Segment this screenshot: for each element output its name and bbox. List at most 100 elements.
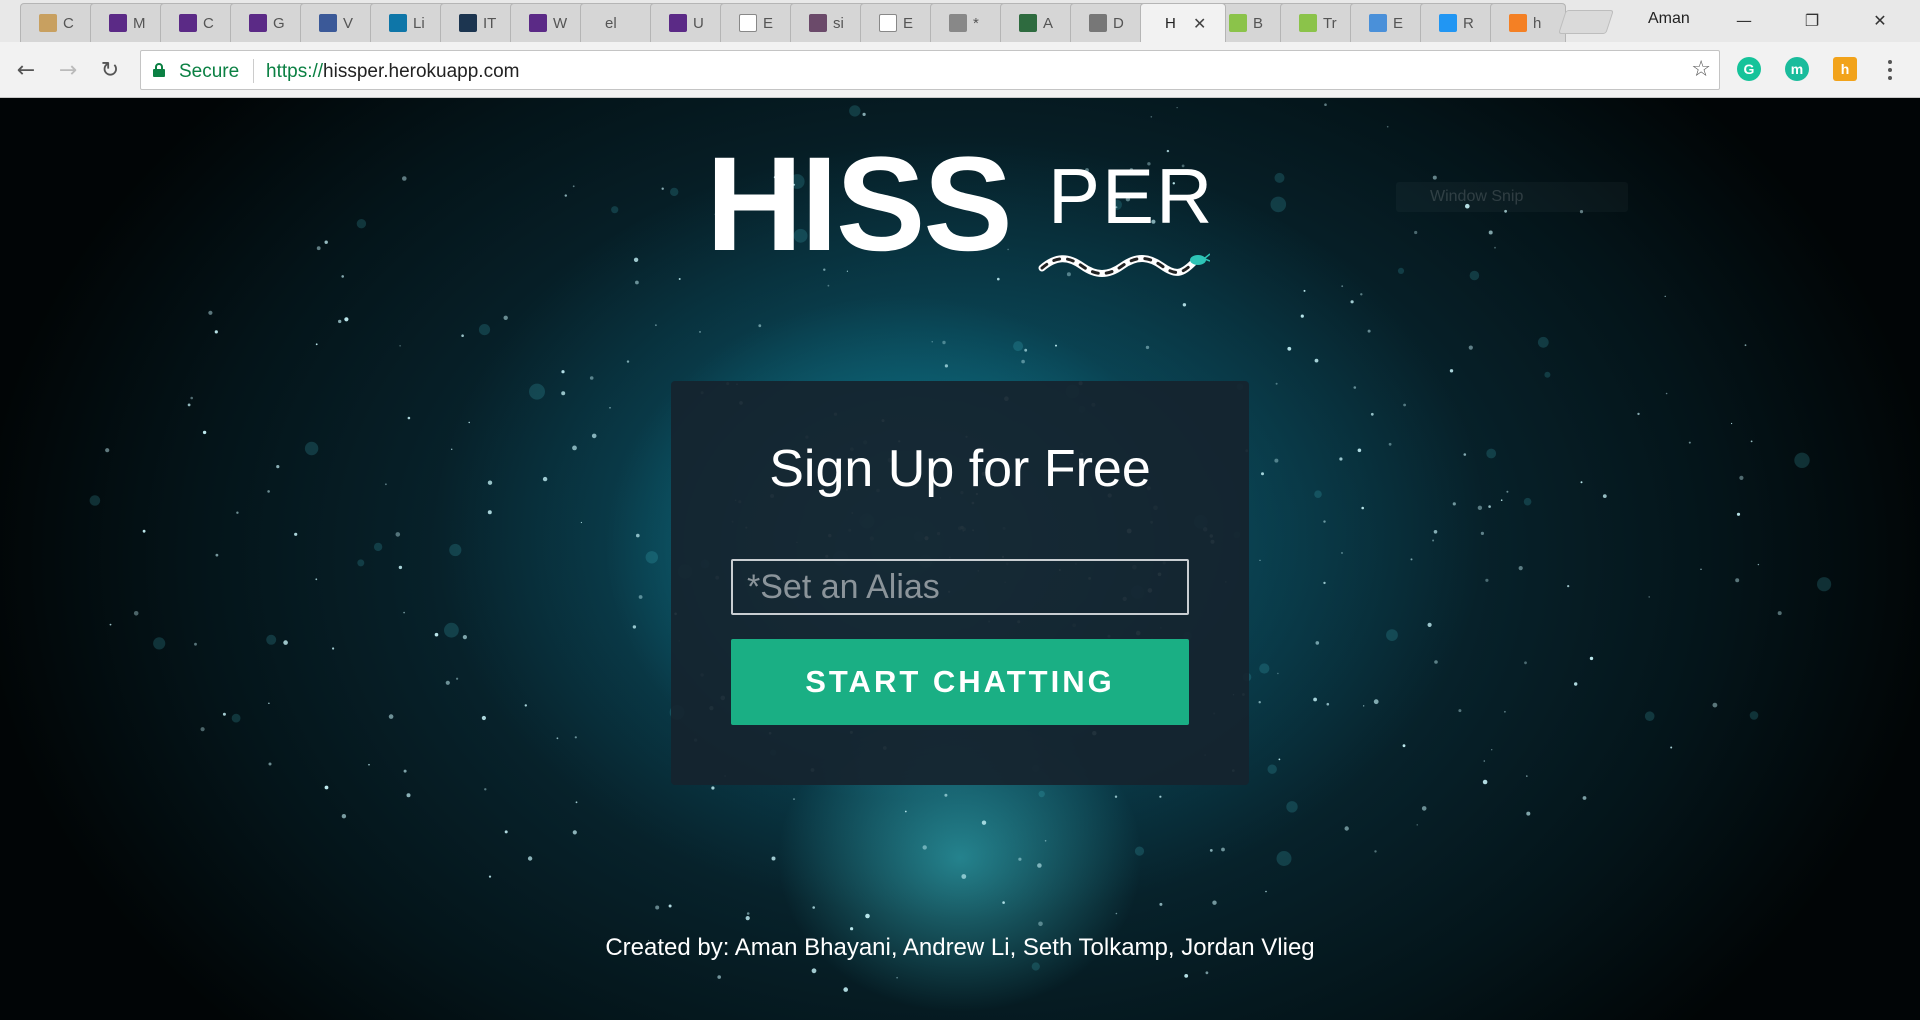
tab-title: E xyxy=(1393,14,1404,32)
star-particle xyxy=(344,317,349,322)
tab-title: E xyxy=(903,14,914,32)
browser-tab[interactable]: el xyxy=(580,3,656,42)
star-particle xyxy=(1278,758,1281,761)
star-particle xyxy=(717,975,721,979)
browser-tab[interactable]: E xyxy=(720,3,796,42)
forward-button[interactable]: → xyxy=(52,54,84,86)
hash-icon xyxy=(809,14,827,32)
window-snip-ghost: Window Snip xyxy=(1396,182,1628,212)
browser-tab[interactable]: h xyxy=(1490,3,1566,42)
browser-tab[interactable]: M xyxy=(90,3,166,42)
star-particle xyxy=(445,680,450,685)
honey-icon[interactable]: h xyxy=(1833,57,1857,81)
star-particle xyxy=(1313,697,1317,702)
new-tab-button[interactable] xyxy=(1558,10,1614,34)
restore-button[interactable]: ❐ xyxy=(1782,0,1842,40)
tab-close-icon[interactable]: ✕ xyxy=(1193,14,1206,33)
grammarly-icon[interactable]: G xyxy=(1737,57,1761,81)
star-particle xyxy=(1463,453,1467,456)
address-divider xyxy=(253,59,254,83)
star-particle xyxy=(1386,629,1398,641)
star-particle xyxy=(843,987,848,992)
browser-tab[interactable]: C xyxy=(160,3,236,42)
star-particle xyxy=(661,187,664,190)
star-particle xyxy=(591,433,597,439)
star-particle xyxy=(1145,345,1150,350)
profile-name[interactable]: Aman xyxy=(1648,10,1690,28)
url-scheme: https:// xyxy=(266,61,324,82)
browser-tab[interactable]: Li xyxy=(370,3,446,42)
star-particle xyxy=(89,495,101,506)
browser-tab[interactable]: D xyxy=(1070,3,1146,42)
browser-tab[interactable]: IT xyxy=(440,3,516,42)
browser-tab[interactable]: si xyxy=(790,3,866,42)
star-particle xyxy=(589,376,594,380)
star-particle xyxy=(961,874,967,879)
star-particle xyxy=(527,856,533,861)
tab-title: Tr xyxy=(1323,14,1337,32)
tab-title: h xyxy=(1533,14,1542,32)
minimize-button[interactable]: — xyxy=(1714,0,1774,40)
bookmark-star-icon[interactable]: ☆ xyxy=(1691,57,1711,82)
browser-tab[interactable]: E xyxy=(860,3,936,42)
star-particle xyxy=(922,845,927,850)
star-particle xyxy=(1402,744,1406,748)
star-particle xyxy=(503,315,508,320)
w3-icon xyxy=(1299,14,1317,32)
star-particle xyxy=(1339,457,1343,461)
star-particle xyxy=(1275,382,1278,385)
browser-tab[interactable]: E xyxy=(1350,3,1426,42)
star-particle xyxy=(1526,811,1531,816)
star-particle xyxy=(1491,749,1493,751)
start-chatting-button[interactable]: START CHATTING xyxy=(731,639,1189,725)
star-particle xyxy=(373,542,383,552)
star-particle xyxy=(478,324,491,336)
star-particle xyxy=(632,625,637,629)
star-particle xyxy=(1403,403,1406,407)
star-particle xyxy=(1276,851,1292,866)
star-particle xyxy=(315,578,318,581)
star-particle xyxy=(1259,663,1270,674)
browser-tab[interactable]: H ✕ xyxy=(1140,3,1226,42)
star-particle xyxy=(153,637,166,650)
url-host: hissper.herokuapp.com xyxy=(323,61,520,82)
browser-tab[interactable]: C xyxy=(20,3,96,42)
star-particle xyxy=(456,677,459,680)
star-particle xyxy=(793,798,795,800)
browser-tab[interactable]: V xyxy=(300,3,376,42)
mercury-icon[interactable]: m xyxy=(1785,57,1809,81)
star-particle xyxy=(214,330,218,334)
browser-tab[interactable]: Tr xyxy=(1280,3,1356,42)
star-particle xyxy=(1287,346,1292,351)
browser-tab[interactable]: W xyxy=(510,3,586,42)
back-button[interactable]: ← xyxy=(10,54,42,86)
url-text[interactable]: https://hissper.herokuapp.com xyxy=(266,61,519,83)
star-particle xyxy=(1482,779,1488,785)
document-icon xyxy=(739,14,757,32)
browser-tab[interactable]: G xyxy=(230,3,306,42)
star-particle xyxy=(574,736,577,739)
star-particle xyxy=(827,284,830,287)
close-window-button[interactable]: ✕ xyxy=(1850,0,1910,40)
alias-input[interactable] xyxy=(731,559,1189,615)
star-particle xyxy=(1735,578,1740,583)
star-particle xyxy=(1314,358,1319,363)
star-particle xyxy=(462,635,467,640)
star-particle xyxy=(981,820,987,825)
browser-tab[interactable]: U xyxy=(650,3,726,42)
star-particle xyxy=(338,319,342,324)
star-particle xyxy=(283,640,288,645)
star-particle xyxy=(1494,246,1496,249)
reload-button[interactable]: ↻ xyxy=(94,54,126,86)
browser-tab[interactable]: A xyxy=(1000,3,1076,42)
star-particle xyxy=(1736,512,1741,516)
star-particle xyxy=(488,875,492,878)
chrome-menu-icon[interactable] xyxy=(1886,56,1894,84)
address-bar[interactable]: Secure https://hissper.herokuapp.com ☆ xyxy=(140,50,1720,90)
star-particle xyxy=(1209,849,1213,852)
browser-tab[interactable]: * xyxy=(930,3,1006,42)
browser-tab[interactable]: R xyxy=(1420,3,1496,42)
star-particle xyxy=(572,445,577,451)
star-particle xyxy=(487,510,492,515)
star-particle xyxy=(1421,806,1427,811)
